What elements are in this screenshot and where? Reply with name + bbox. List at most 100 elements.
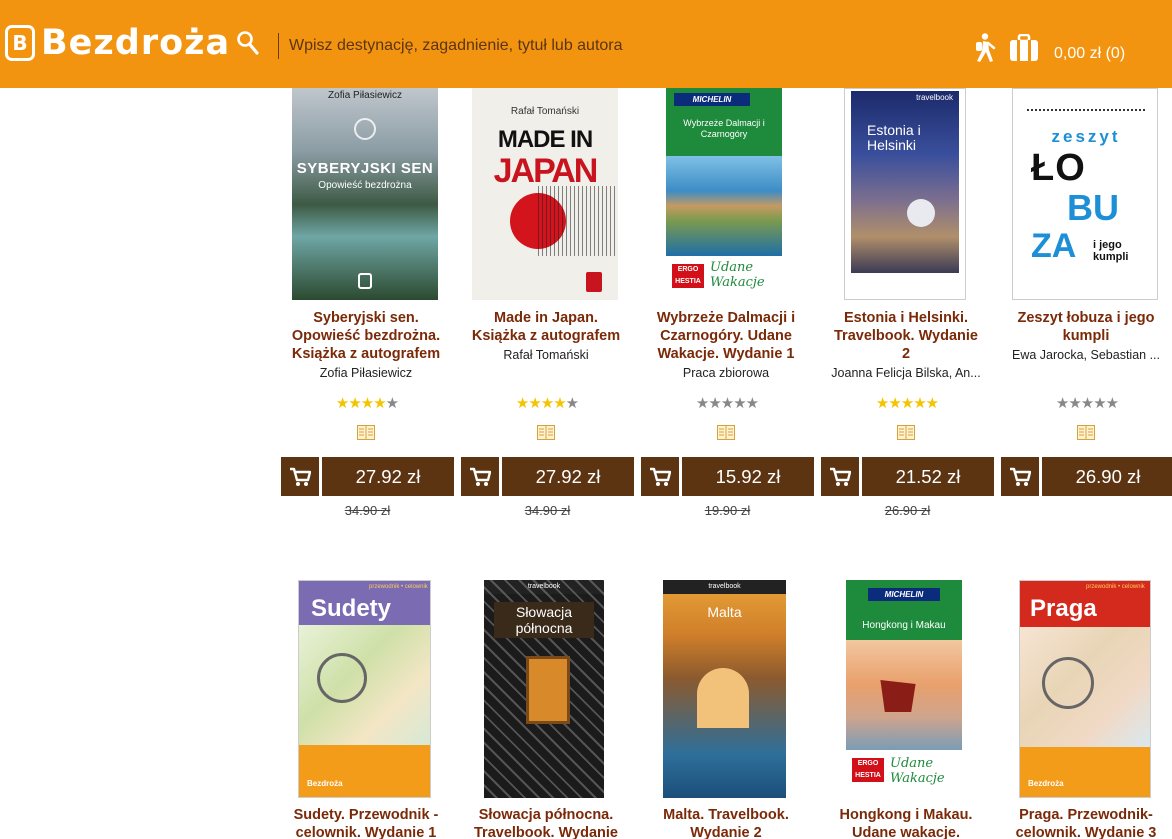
cover-publisher: Bezdroża [307,779,343,788]
star-icon: ★ [528,395,541,412]
book-title[interactable]: Słowacja północna. Travelbook. Wydanie [458,806,634,839]
cover-title: Hongkong i Makau [862,620,946,631]
price-button[interactable]: 27.92 zł [322,457,454,496]
cover-brand: MICHELIN [674,93,750,106]
add-to-cart-button[interactable] [281,457,319,496]
price-button[interactable]: 26.90 zł [1042,457,1172,496]
star-icon: ★ [553,395,566,412]
suitcase-icon[interactable] [1009,34,1039,62]
title-line: Wybrzeże Dalmacji i [656,310,796,326]
book-cover[interactable]: travelbook Słowacja północna [484,580,604,798]
book-title[interactable]: Syberyjski sen. Opowieść bezdrożna. Ksią… [278,309,454,363]
price-button[interactable]: 27.92 zł [502,457,634,496]
book-cover[interactable]: Zofia Piłasiewicz SYBERYJSKI SEN Opowieś… [292,88,438,300]
title-line: Syberyjski sen. [313,310,419,326]
book-author[interactable]: Rafał Tomański [463,348,629,362]
search-icon[interactable] [236,30,260,56]
star-icon: ★ [720,395,734,412]
book-preview-icon[interactable] [537,425,555,440]
book-title[interactable]: Hongkong i Makau. Udane wakacje. [818,806,994,839]
title-line: Opowieść bezdrożna. [291,328,441,344]
rating-stars: ★ ★ ★ ★ ★ [859,394,955,412]
cover-author: Zofia Piłasiewicz [328,90,402,101]
cover-brand: travelbook [916,93,953,102]
cover-footer [299,745,430,797]
search-input[interactable] [278,33,878,59]
book-author[interactable]: Joanna Felicja Bilska, An... [823,366,989,380]
soundwave [538,186,618,256]
book-title[interactable]: Malta. Travelbook. Wydanie 2 [638,806,814,839]
book-cover[interactable]: przewodnik • celownik Sudety Bezdroża [298,580,431,798]
add-to-cart-button[interactable] [641,457,679,496]
cover-title: Słowacja północna [494,602,594,638]
book-author[interactable]: Praca zbiorowa [643,366,809,380]
logo[interactable]: B Bezdroża [5,20,230,66]
book-cover[interactable]: travelbook Estonia i Helsinki [844,88,966,300]
book-author[interactable]: Zofia Piłasiewicz [283,366,449,380]
cover-arch [697,668,749,728]
book-preview-icon[interactable] [717,425,735,440]
price-button[interactable]: 21.52 zł [862,457,994,496]
book-cover[interactable]: Rafał Tomański MADE IN JAPAN [472,88,618,300]
price-button[interactable]: 15.92 zł [682,457,814,496]
cover-ergo: ERGO HESTIA [672,264,704,288]
cart-total[interactable]: 0,00 zł (0) [1054,45,1125,63]
logo-text: Bezdroża [41,23,231,63]
shopping-cart-icon [290,467,311,486]
star-icon: ★ [745,395,759,412]
add-to-cart-button[interactable] [461,457,499,496]
top-header: B Bezdroża 0,00 zł (0) [0,0,1172,88]
map-magnifier [317,653,367,703]
star-icon: ★ [385,395,399,412]
book-author[interactable]: Ewa Jarocka, Sebastian ... [1003,348,1169,362]
title-line: Sudety. Przewodnik - [293,807,439,823]
book-title[interactable]: Wybrzeże Dalmacji i Czarnogóry. Udane Wa… [638,309,814,363]
cover-photo [851,91,959,273]
cover-title: Estonia i Helsinki [867,122,921,153]
star-icon: ★ [733,395,746,412]
title-line: Słowacja północna. [478,807,614,823]
title-line: Czarnogóry. Udane [660,328,792,344]
star-icon: ★ [565,395,579,412]
add-to-cart-button[interactable] [1001,457,1039,496]
cover-tag: przewodnik • celownik [1086,584,1145,590]
book-title[interactable]: Zeszyt łobuza i jego kumpli [998,309,1172,345]
title-line: celownik. Wydanie 1 [295,825,437,839]
cover-lamp [907,199,935,227]
add-to-cart-button[interactable] [821,457,859,496]
book-cover[interactable]: MICHELIN Hongkong i Makau ERGO HESTIA Ud… [846,580,962,798]
cover-line-2: ŁO [1031,147,1086,189]
book-cover[interactable]: zeszyt ŁO BU ZA i jego kumpli [1012,88,1158,300]
book-title[interactable]: Sudety. Przewodnik - celownik. Wydanie 1 [278,806,454,839]
star-icon: ★ [888,395,901,412]
book-title[interactable]: Praga. Przewodnik- celownik. Wydanie 3 [998,806,1172,839]
book-cover[interactable]: travelbook Malta [663,580,786,798]
cover-photo [666,156,782,256]
cover-window [526,656,570,724]
star-icon: ★ [695,395,709,412]
title-line: Malta. Travelbook. [663,807,789,823]
book-cover[interactable]: przewodnik • celownik Praga Bezdroża [1019,580,1151,798]
star-icon: ★ [1055,395,1069,412]
book-preview-icon[interactable] [897,425,915,440]
star-icon: ★ [1093,395,1106,412]
shopping-cart-icon [650,467,671,486]
star-icon: ★ [913,395,926,412]
book-preview-icon[interactable] [357,425,375,440]
cover-series: Udane Wakacje [890,756,945,786]
title-line: Zeszyt łobuza i jego [1017,310,1155,326]
title-line: Książka z autografem [291,346,441,362]
book-preview-icon[interactable] [1077,425,1095,440]
book-title[interactable]: Estonia i Helsinki. Travelbook. Wydanie … [818,309,994,363]
cover-footer [1020,747,1150,797]
hiker-icon[interactable] [974,33,998,63]
book-cover[interactable]: MICHELIN Wybrzeże Dalmacji i Czarnogóry … [666,88,782,300]
star-icon: ★ [373,395,386,412]
publisher-mark [358,273,372,289]
book-title[interactable]: Made in Japan. Książka z autografem [458,309,634,345]
star-icon: ★ [925,395,939,412]
star-icon: ★ [515,395,529,412]
old-price: 34.90 zł [524,503,571,518]
cover-brand: MICHELIN [868,588,940,601]
logo-mark: B [5,25,35,61]
